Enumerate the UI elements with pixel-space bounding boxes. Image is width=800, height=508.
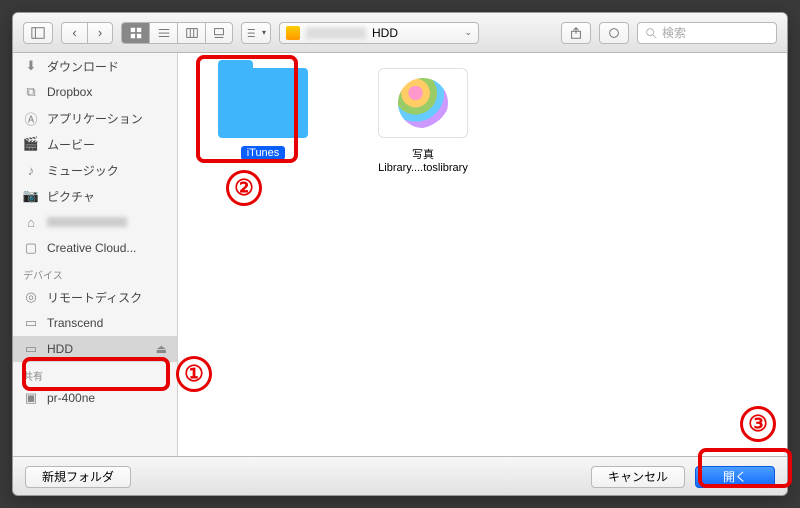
folder-icon xyxy=(218,68,308,138)
dropbox-icon: ⧉ xyxy=(23,84,39,100)
sidebar-item-downloads[interactable]: ⬇ダウンロード xyxy=(13,53,177,79)
search-input[interactable]: 検索 xyxy=(637,22,777,44)
disc-icon: ◎ xyxy=(23,289,39,305)
back-button[interactable]: ‹ xyxy=(61,22,87,44)
list-view-button[interactable] xyxy=(149,22,177,44)
path-selector[interactable]: HDD ⌄ xyxy=(279,22,479,44)
forward-button[interactable]: › xyxy=(87,22,113,44)
search-placeholder: 検索 xyxy=(662,24,686,41)
music-icon: ♪ xyxy=(23,162,39,178)
file-itunes-folder[interactable]: iTunes xyxy=(198,68,328,160)
sidebar-item-applications[interactable]: Ⓐアプリケーション xyxy=(13,105,177,131)
column-view-button[interactable] xyxy=(177,22,205,44)
net-icon: ▣ xyxy=(23,390,39,406)
file-label-line1: 写真 xyxy=(358,146,488,162)
apps-icon: Ⓐ xyxy=(23,110,39,126)
file-label-line2: Library....toslibrary xyxy=(358,162,488,174)
photos-library-icon xyxy=(378,68,468,138)
sidebar-item-music[interactable]: ♪ミュージック xyxy=(13,157,177,183)
gallery-view-button[interactable] xyxy=(205,22,233,44)
tags-button[interactable] xyxy=(599,22,629,44)
redacted-text xyxy=(47,217,127,227)
eject-icon[interactable]: ⏏ xyxy=(156,342,167,356)
dialog-footer: 新規フォルダ キャンセル 開く xyxy=(13,456,787,496)
file-grid[interactable]: iTunes 写真 Library....toslibrary xyxy=(178,53,787,456)
drive-icon: ▭ xyxy=(23,315,39,331)
folder-icon: ▢ xyxy=(23,240,39,256)
sidebar-item-pictures[interactable]: 📷ピクチャ xyxy=(13,183,177,209)
home-icon: ⌂ xyxy=(23,214,39,230)
icon-view-button[interactable] xyxy=(121,22,149,44)
sidebar-item-remote-disk[interactable]: ◎リモートディスク xyxy=(13,284,177,310)
sidebar-item-home[interactable]: ⌂ xyxy=(13,209,177,235)
chevron-updown-icon: ⌄ xyxy=(464,27,472,38)
drive-icon: ▭ xyxy=(23,341,39,357)
sidebar-item-hdd[interactable]: ▭HDD⏏ xyxy=(13,336,177,362)
share-button[interactable] xyxy=(561,22,591,44)
sidebar-item-creative-cloud[interactable]: ▢Creative Cloud... xyxy=(13,235,177,261)
movie-icon: 🎬 xyxy=(23,136,39,152)
main-area: ⬇ダウンロード ⧉Dropbox Ⓐアプリケーション 🎬ムービー ♪ミュージック… xyxy=(13,53,787,456)
redacted-text xyxy=(306,27,366,39)
shared-header: 共有 xyxy=(13,362,177,385)
toolbar: ‹ › ▾ HDD ⌄ 検索 xyxy=(13,13,787,53)
picture-icon: 📷 xyxy=(23,188,39,204)
sidebar-item-transcend[interactable]: ▭Transcend xyxy=(13,310,177,336)
nav-group: ‹ › xyxy=(61,22,113,44)
open-button[interactable]: 開く xyxy=(695,466,775,488)
new-folder-button[interactable]: 新規フォルダ xyxy=(25,466,131,488)
sidebar-item-movies[interactable]: 🎬ムービー xyxy=(13,131,177,157)
search-icon xyxy=(644,26,658,40)
sidebar-item-dropbox[interactable]: ⧉Dropbox xyxy=(13,79,177,105)
devices-header: デバイス xyxy=(13,261,177,284)
drive-icon xyxy=(286,26,300,40)
sidebar-item-pr400ne[interactable]: ▣pr-400ne xyxy=(13,385,177,411)
path-drive-label: HDD xyxy=(372,26,398,40)
cancel-button[interactable]: キャンセル xyxy=(591,466,685,488)
view-group xyxy=(121,22,233,44)
arrange-dropdown[interactable]: ▾ xyxy=(241,22,271,44)
sidebar: ⬇ダウンロード ⧉Dropbox Ⓐアプリケーション 🎬ムービー ♪ミュージック… xyxy=(13,53,178,456)
sidebar-toggle-button[interactable] xyxy=(23,22,53,44)
file-label: iTunes xyxy=(241,146,286,160)
download-icon: ⬇ xyxy=(23,58,39,74)
finder-dialog: ‹ › ▾ HDD ⌄ 検索 ⬇ダウンロード ⧉Dropbox Ⓐアプリケーショ… xyxy=(12,12,788,496)
file-photos-library[interactable]: 写真 Library....toslibrary xyxy=(358,68,488,174)
